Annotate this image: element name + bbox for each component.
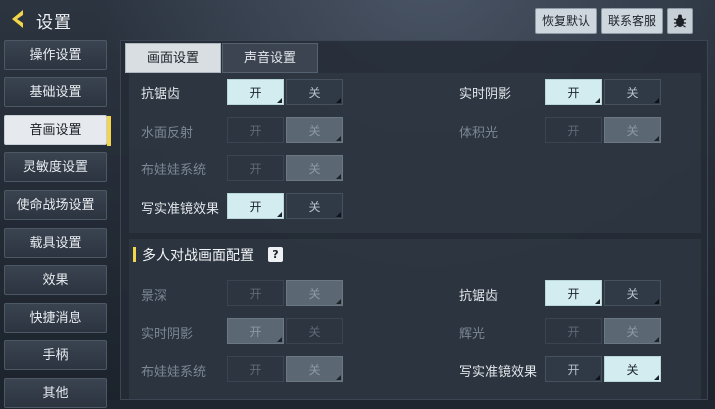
toggle-mp-realtime-shadow: 开 关 xyxy=(227,318,343,344)
option-on[interactable]: 开 xyxy=(545,356,602,382)
sidebar-item-operation[interactable]: 操作设置 xyxy=(4,40,107,70)
back-arrow-icon[interactable] xyxy=(9,8,29,30)
sidebar-item-controller[interactable]: 手柄 xyxy=(4,340,107,370)
sidebar-item-effects[interactable]: 效果 xyxy=(4,265,107,295)
option-on: 开 xyxy=(227,117,284,143)
option-off: 关 xyxy=(604,318,661,344)
setting-label: 辉光 xyxy=(459,327,486,342)
toggle-realtime-shadow: 开 关 xyxy=(545,79,661,105)
sidebar-item-label: 音画设置 xyxy=(29,123,82,138)
sidebar: 操作设置 基础设置 音画设置 灵敏度设置 使命战场设置 载具设置 效果 快捷消息… xyxy=(0,40,111,408)
bug-icon xyxy=(673,14,687,28)
option-on: 开 xyxy=(545,318,602,344)
settings-panel: 画面设置 声音设置 抗锯齿 开 关 水面反射 开 关 布娃娃系统 开 关 写实准… xyxy=(120,40,708,400)
bug-report-button[interactable] xyxy=(667,8,693,34)
header: 设置 恢复默认 联系客服 xyxy=(0,0,715,40)
option-on: 开 xyxy=(227,280,284,306)
sidebar-item-battlefield[interactable]: 使命战场设置 xyxy=(4,190,107,220)
option-off: 关 xyxy=(286,280,343,306)
option-on[interactable]: 开 xyxy=(545,79,602,105)
toggle-antialiasing: 开 关 xyxy=(227,79,343,105)
toggle-ragdoll: 开 关 xyxy=(227,155,343,181)
restore-default-button[interactable]: 恢复默认 xyxy=(535,8,597,34)
option-on[interactable]: 开 xyxy=(545,280,602,306)
option-off[interactable]: 关 xyxy=(286,193,343,219)
option-on: 开 xyxy=(227,318,284,344)
option-on[interactable]: 开 xyxy=(227,79,284,105)
setting-label: 水面反射 xyxy=(141,126,194,141)
toggle-mp-ragdoll: 开 关 xyxy=(227,356,343,382)
toggle-depth-of-field: 开 关 xyxy=(227,280,343,306)
option-off: 关 xyxy=(604,117,661,143)
option-on: 开 xyxy=(227,356,284,382)
option-off: 关 xyxy=(286,155,343,181)
sidebar-item-sensitivity[interactable]: 灵敏度设置 xyxy=(4,152,107,182)
sidebar-item-other[interactable]: 其他 xyxy=(4,378,107,408)
section-accent-bar xyxy=(133,247,136,262)
option-off[interactable]: 关 xyxy=(604,280,661,306)
toggle-mp-antialiasing: 开 关 xyxy=(545,280,661,306)
setting-label: 抗锯齿 xyxy=(141,87,181,102)
setting-label: 抗锯齿 xyxy=(459,289,499,304)
sidebar-item-vehicle[interactable]: 载具设置 xyxy=(4,228,107,258)
tab-graphics[interactable]: 画面设置 xyxy=(125,43,221,73)
option-off[interactable]: 关 xyxy=(604,79,661,105)
setting-label: 布娃娃系统 xyxy=(141,365,207,380)
toggle-water-reflection: 开 关 xyxy=(227,117,343,143)
toggle-mp-realistic-scope: 开 关 xyxy=(545,356,661,382)
multiplayer-graphics-section: 多人对战画面配置 ? 景深 开 关 实时阴影 开 关 布娃娃系统 开 关 抗锯齿… xyxy=(129,239,701,399)
setting-label: 实时阴影 xyxy=(459,87,512,102)
option-off[interactable]: 关 xyxy=(604,356,661,382)
option-on: 开 xyxy=(227,155,284,181)
sidebar-item-audio-visual[interactable]: 音画设置 xyxy=(4,115,111,146)
option-on: 开 xyxy=(545,117,602,143)
section-title: 多人对战画面配置 xyxy=(142,248,254,264)
setting-label: 写实准镜效果 xyxy=(459,365,538,380)
setting-label: 体积光 xyxy=(459,126,499,141)
toggle-volumetric-light: 开 关 xyxy=(545,117,661,143)
contact-service-button[interactable]: 联系客服 xyxy=(601,8,663,34)
setting-label: 写实准镜效果 xyxy=(141,202,220,217)
help-icon[interactable]: ? xyxy=(268,247,283,262)
graphics-section: 抗锯齿 开 关 水面反射 开 关 布娃娃系统 开 关 写实准镜效果 开 关 实时… xyxy=(129,73,701,233)
option-off: 关 xyxy=(286,117,343,143)
toggle-realistic-scope: 开 关 xyxy=(227,193,343,219)
setting-label: 景深 xyxy=(141,289,168,304)
setting-label: 实时阴影 xyxy=(141,327,194,342)
page-title: 设置 xyxy=(36,13,72,33)
sidebar-item-basic[interactable]: 基础设置 xyxy=(4,77,107,107)
setting-label: 布娃娃系统 xyxy=(141,163,207,178)
section-header: 多人对战画面配置 ? xyxy=(129,239,701,269)
option-off: 关 xyxy=(286,318,343,344)
option-off[interactable]: 关 xyxy=(286,79,343,105)
option-on[interactable]: 开 xyxy=(227,193,284,219)
active-indicator xyxy=(107,116,111,146)
toggle-bloom: 开 关 xyxy=(545,318,661,344)
option-off: 关 xyxy=(286,356,343,382)
tab-sound[interactable]: 声音设置 xyxy=(222,43,318,73)
sidebar-item-quick-messages[interactable]: 快捷消息 xyxy=(4,303,107,333)
